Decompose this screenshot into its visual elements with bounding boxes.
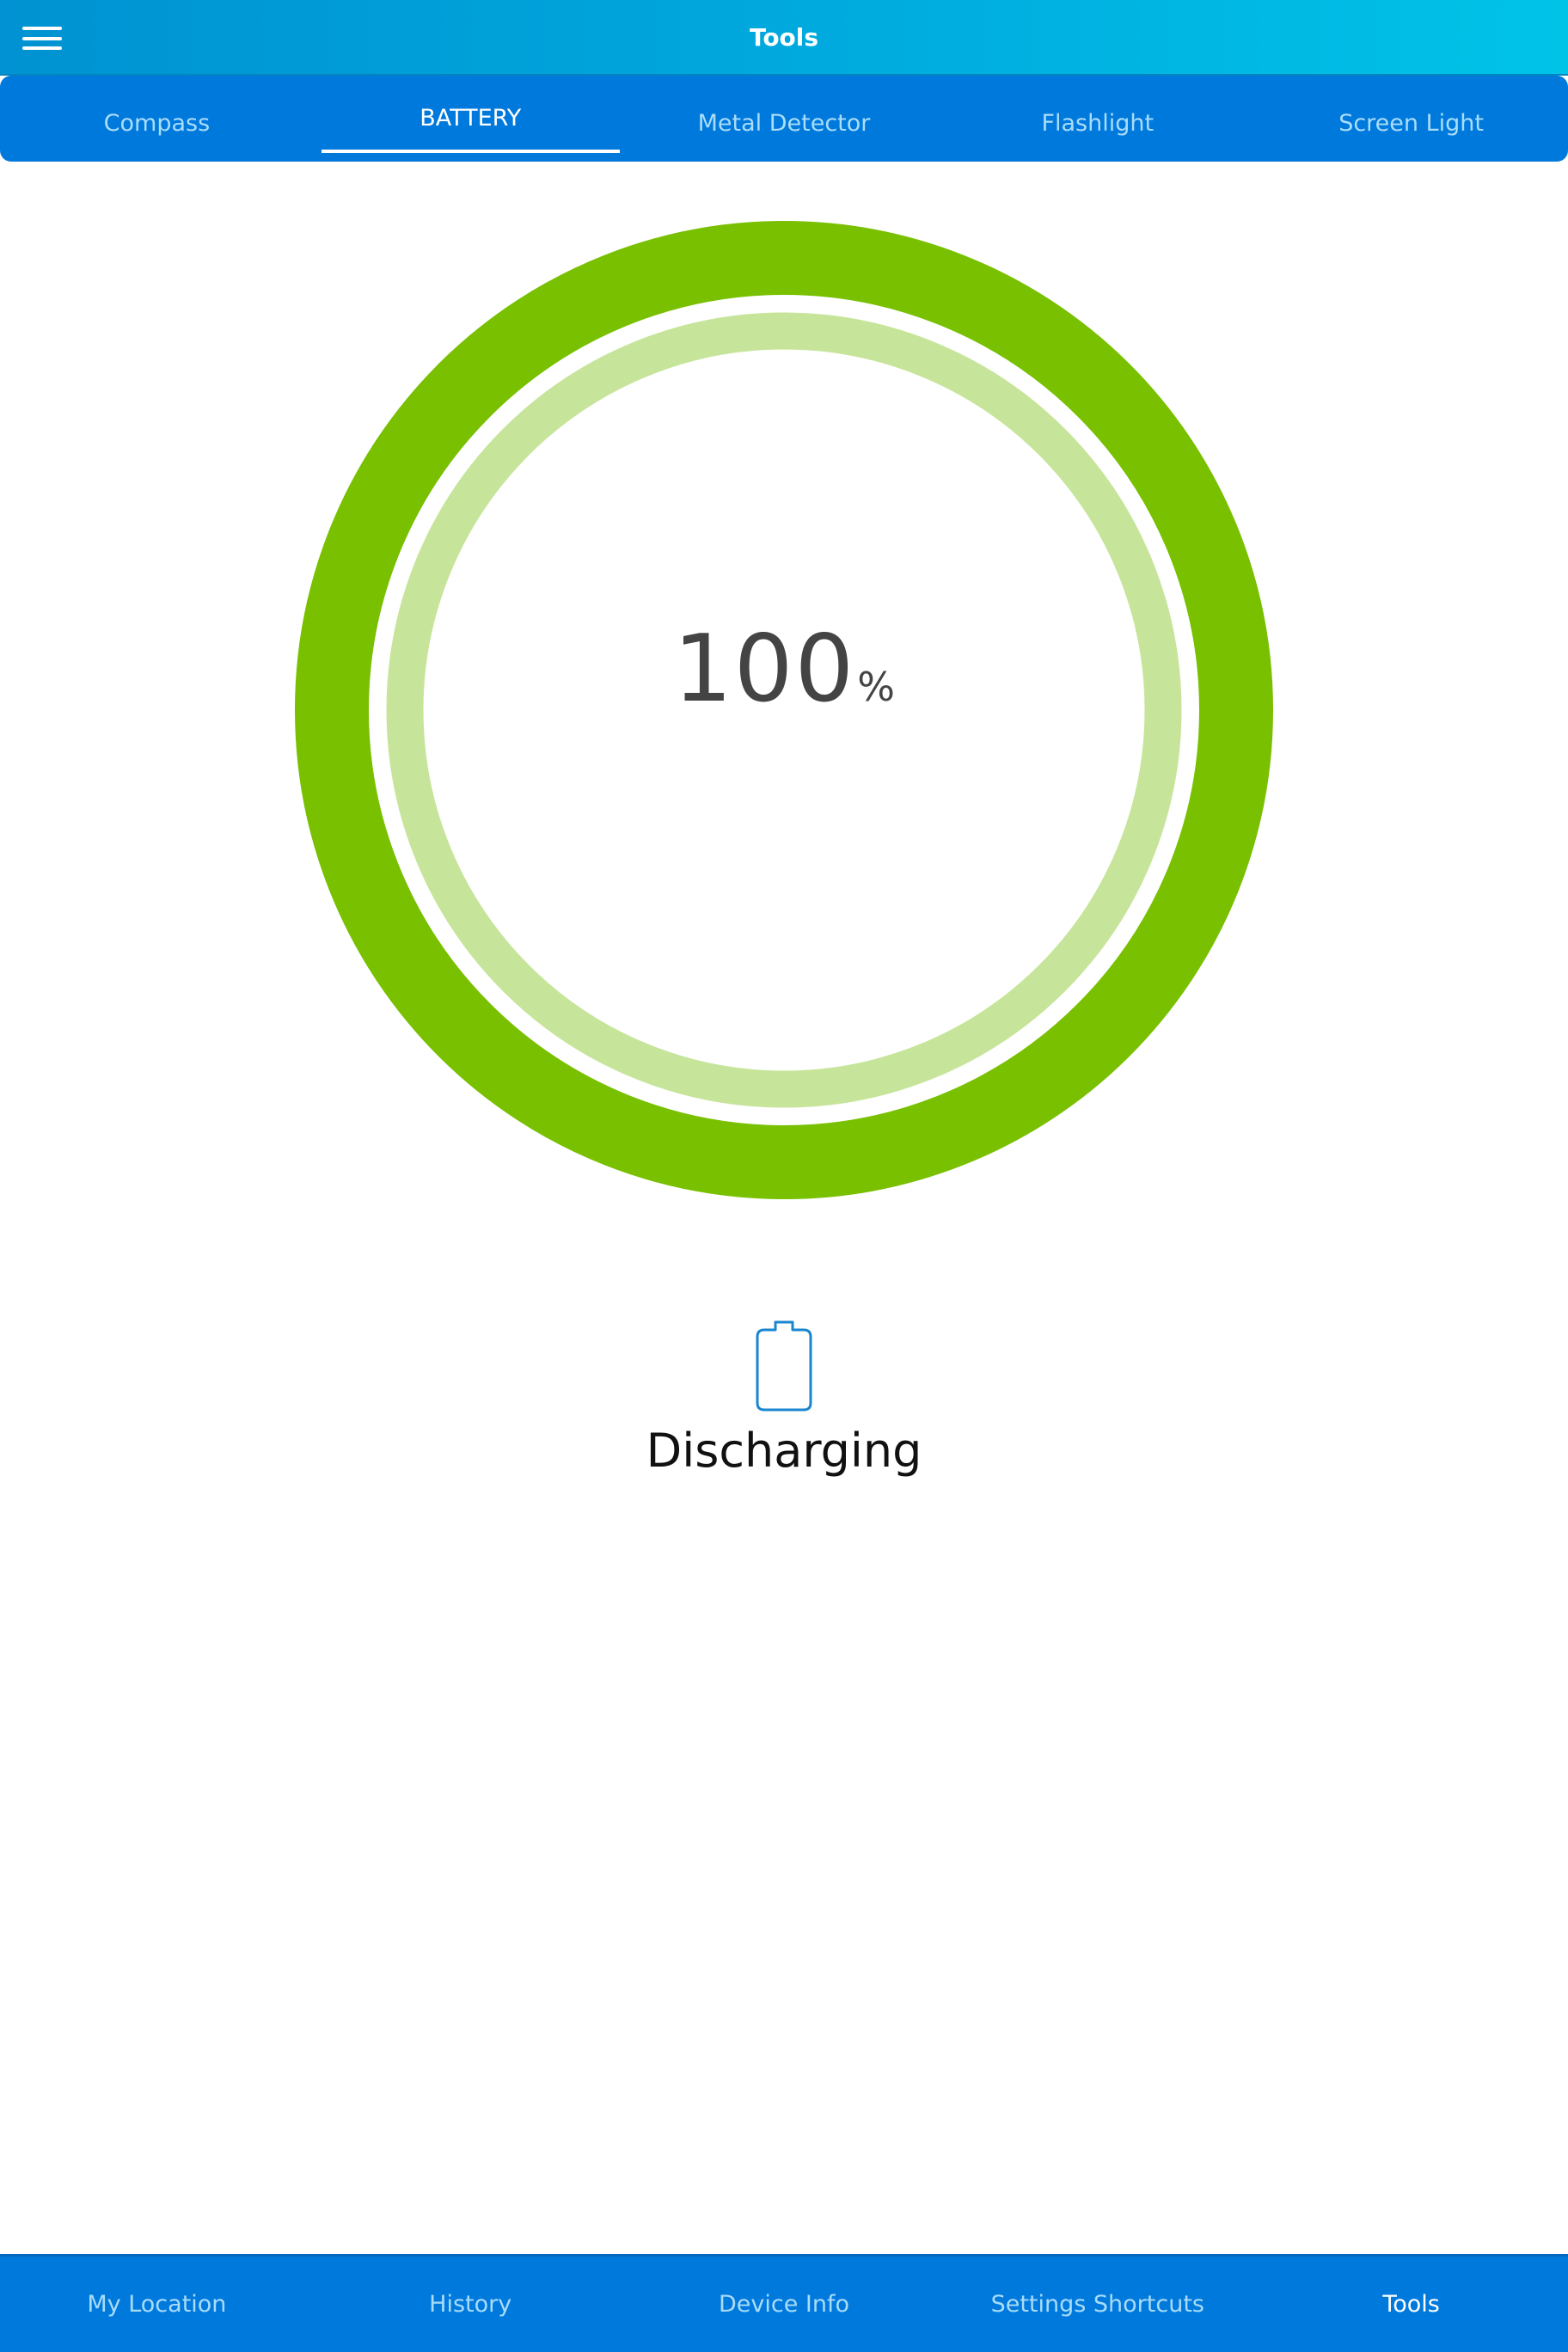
tab-flashlight[interactable]: Flashlight xyxy=(940,76,1254,162)
tab-label: Compass xyxy=(103,110,211,137)
nav-label: Settings Shortcuts xyxy=(990,2291,1204,2318)
battery-percentage-value: 100 xyxy=(673,616,856,723)
tab-label: Metal Detector xyxy=(697,110,871,137)
menu-line xyxy=(22,37,62,40)
app-header: Tools xyxy=(0,0,1568,76)
nav-device-info[interactable]: Device Info xyxy=(628,2257,941,2352)
tab-label: BATTERY xyxy=(420,105,522,132)
nav-label: Device Info xyxy=(718,2291,849,2318)
battery-percentage: 100% xyxy=(294,616,1274,723)
battery-gauge: 100% xyxy=(294,220,1274,1200)
tab-screen-light[interactable]: Screen Light xyxy=(1254,76,1568,162)
tab-label: Flashlight xyxy=(1041,110,1155,137)
tab-compass[interactable]: Compass xyxy=(0,76,314,162)
page-title: Tools xyxy=(749,23,819,52)
tab-battery[interactable]: BATTERY xyxy=(314,76,628,162)
bottom-navigation: My Location History Device Info Settings… xyxy=(0,2254,1568,2352)
nav-history[interactable]: History xyxy=(314,2257,628,2352)
battery-status: Discharging xyxy=(0,1320,1568,1479)
menu-line xyxy=(22,46,62,50)
nav-settings-shortcuts[interactable]: Settings Shortcuts xyxy=(940,2257,1254,2352)
nav-label: My Location xyxy=(87,2291,227,2318)
tool-tabs: Compass BATTERY Metal Detector Flashligh… xyxy=(0,76,1568,162)
tab-metal-detector[interactable]: Metal Detector xyxy=(628,76,941,162)
battery-percentage-unit: % xyxy=(857,664,895,710)
battery-outline-icon xyxy=(756,1320,812,1412)
menu-line xyxy=(22,27,62,30)
nav-tools[interactable]: Tools xyxy=(1254,2257,1568,2352)
nav-label: Tools xyxy=(1382,2291,1440,2318)
active-tab-indicator xyxy=(321,150,620,153)
hamburger-menu-icon[interactable] xyxy=(17,17,67,60)
nav-label: History xyxy=(429,2291,512,2318)
nav-my-location[interactable]: My Location xyxy=(0,2257,314,2352)
tab-label: Screen Light xyxy=(1338,110,1484,137)
battery-status-label: Discharging xyxy=(646,1424,922,1478)
